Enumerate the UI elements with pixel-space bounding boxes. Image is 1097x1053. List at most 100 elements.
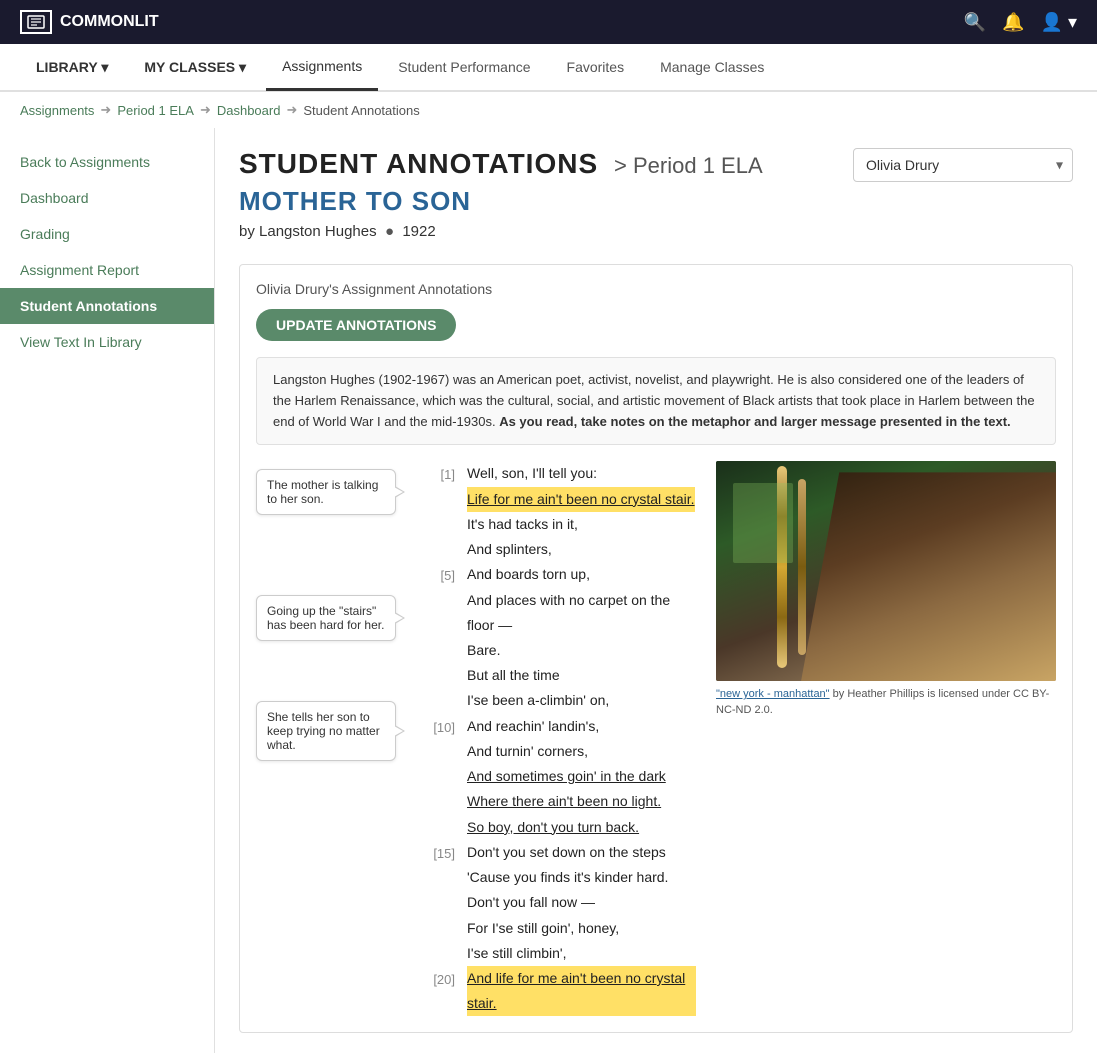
author-name: by Langston Hughes: [239, 223, 377, 240]
poem-image-caption: "new york - manhattan" by Heather Philli…: [716, 687, 1056, 718]
poem-line: So boy, don't you turn back.: [427, 815, 696, 840]
sidebar-item-assignment-report[interactable]: Assignment Report: [0, 252, 214, 288]
poem-line: For I'se still goin', honey,: [427, 916, 696, 941]
sidebar-item-view-text[interactable]: View Text In Library: [0, 324, 214, 360]
poem-line: And places with no carpet on the floor —: [427, 588, 696, 638]
line-number: [427, 588, 455, 638]
period-label: > Period 1 ELA: [614, 153, 763, 178]
poem-line: [20]And life for me ain't been no crysta…: [427, 966, 696, 1016]
bubble-3-arrow-inner: [394, 726, 403, 736]
poem-line: [10] And reachin' landin's,: [427, 714, 696, 739]
poem-line: But all the time: [427, 663, 696, 688]
poem-image-section: "new york - manhattan" by Heather Philli…: [716, 461, 1056, 1016]
nav-favorites[interactable]: Favorites: [551, 45, 641, 89]
line-number: [427, 512, 455, 537]
annotation-bubbles-column: The mother is talking to her son. Going …: [256, 461, 411, 1016]
poem-image: [716, 461, 1056, 681]
line-text: Well, son, I'll tell you:: [467, 461, 597, 486]
nav-student-performance[interactable]: Student Performance: [382, 45, 546, 89]
line-number: [427, 537, 455, 562]
context-bold: As you read, take notes on the metaphor …: [499, 414, 1010, 429]
line-text: Bare.: [467, 638, 500, 663]
sidebar: Back to Assignments Dashboard Grading As…: [0, 128, 215, 1053]
author-line: by Langston Hughes ● 1922: [239, 223, 763, 240]
line-text: For I'se still goin', honey,: [467, 916, 619, 941]
poem-line: [1]Well, son, I'll tell you:: [427, 461, 696, 486]
breadcrumb-assignments[interactable]: Assignments: [20, 103, 94, 118]
line-number: [20]: [427, 966, 455, 1016]
poem-line: Bare.: [427, 638, 696, 663]
search-icon[interactable]: 🔍: [964, 12, 986, 33]
line-number: [427, 916, 455, 941]
context-box: Langston Hughes (1902-1967) was an Ameri…: [256, 357, 1056, 445]
railing-post-2: [798, 479, 806, 655]
line-number: [427, 764, 455, 789]
line-text: But all the time: [467, 663, 560, 688]
poem-line: [5] And boards torn up,: [427, 562, 696, 587]
bell-icon[interactable]: 🔔: [1002, 12, 1024, 33]
line-number: [427, 789, 455, 814]
page-title: STUDENT ANNOTATIONS: [239, 148, 598, 179]
breadcrumb-period[interactable]: Period 1 ELA: [117, 103, 194, 118]
line-text: And turnin' corners,: [467, 739, 588, 764]
line-text: Don't you fall now —: [467, 890, 595, 915]
line-text: I'se still climbin',: [467, 941, 566, 966]
annotation-section-header: Olivia Drury's Assignment Annotations: [256, 281, 1056, 297]
line-number: [427, 638, 455, 663]
poem-line: Life for me ain't been no crystal stair.: [427, 487, 696, 512]
poem-content: [1]Well, son, I'll tell you:Life for me …: [427, 461, 1056, 1016]
poem-line: It's had tacks in it,: [427, 512, 696, 537]
line-text: I'se been a-climbin' on,: [467, 688, 609, 713]
poem-lines: [1]Well, son, I'll tell you:Life for me …: [427, 461, 696, 1016]
poem-line: I'se been a-climbin' on,: [427, 688, 696, 713]
student-select[interactable]: Olivia Drury John Smith Jane Doe: [853, 148, 1073, 182]
bubble-3-text: She tells her son to keep trying no matt…: [267, 710, 380, 752]
line-number: [427, 815, 455, 840]
bubble-2-text: Going up the "stairs" has been hard for …: [267, 604, 384, 632]
line-number: [427, 688, 455, 713]
logo: COMMONLIT: [20, 10, 159, 34]
breadcrumb-dashboard[interactable]: Dashboard: [217, 103, 281, 118]
nav-my-classes[interactable]: MY CLASSES ▾: [128, 45, 262, 90]
sidebar-item-grading[interactable]: Grading: [0, 216, 214, 252]
update-annotations-button[interactable]: UPDATE ANNOTATIONS: [256, 309, 456, 341]
sidebar-item-back[interactable]: Back to Assignments: [0, 144, 214, 180]
breadcrumb-arrow-2: ➜: [200, 102, 211, 118]
window-glow: [733, 483, 793, 563]
bubble-2-arrow-inner: [394, 613, 403, 623]
line-text: 'Cause you finds it's kinder hard.: [467, 865, 668, 890]
image-caption-link[interactable]: "new york - manhattan": [716, 688, 830, 700]
poem-line: And splinters,: [427, 537, 696, 562]
nav-assignments[interactable]: Assignments: [266, 44, 378, 91]
sidebar-item-dashboard[interactable]: Dashboard: [0, 180, 214, 216]
line-text: And places with no carpet on the floor —: [467, 588, 696, 638]
year: 1922: [402, 223, 435, 240]
breadcrumb-arrow-1: ➜: [100, 102, 111, 118]
poem-line: I'se still climbin',: [427, 941, 696, 966]
line-text: And reachin' landin's,: [467, 714, 599, 739]
second-navigation: LIBRARY ▾ MY CLASSES ▾ Assignments Stude…: [0, 44, 1097, 92]
poem-line: And turnin' corners,: [427, 739, 696, 764]
nav-library[interactable]: LIBRARY ▾: [20, 45, 124, 90]
poem-line: Where there ain't been no light.: [427, 789, 696, 814]
poem-line: 'Cause you finds it's kinder hard.: [427, 865, 696, 890]
line-text: And boards torn up,: [467, 562, 590, 587]
line-number: [15]: [427, 840, 455, 865]
nav-manage-classes[interactable]: Manage Classes: [644, 45, 780, 89]
line-text: And sometimes goin' in the dark: [467, 764, 666, 789]
line-number: [427, 941, 455, 966]
line-number: [5]: [427, 562, 455, 587]
student-select-wrapper: Olivia Drury John Smith Jane Doe ▾: [853, 148, 1073, 182]
user-icon[interactable]: 👤 ▾: [1041, 12, 1077, 33]
line-text: Life for me ain't been no crystal stair.: [467, 487, 695, 512]
top-nav-icons: 🔍 🔔 👤 ▾: [964, 12, 1077, 33]
annotation-bubble-1: The mother is talking to her son.: [256, 469, 411, 515]
breadcrumb: Assignments ➜ Period 1 ELA ➜ Dashboard ➜…: [0, 92, 1097, 128]
line-number: [427, 890, 455, 915]
line-number: [427, 663, 455, 688]
breadcrumb-arrow-3: ➜: [286, 102, 297, 118]
line-number: [10]: [427, 714, 455, 739]
poem-title: MOTHER TO SON: [239, 186, 763, 217]
sidebar-item-student-annotations[interactable]: Student Annotations: [0, 288, 214, 324]
staircase: [801, 472, 1056, 681]
